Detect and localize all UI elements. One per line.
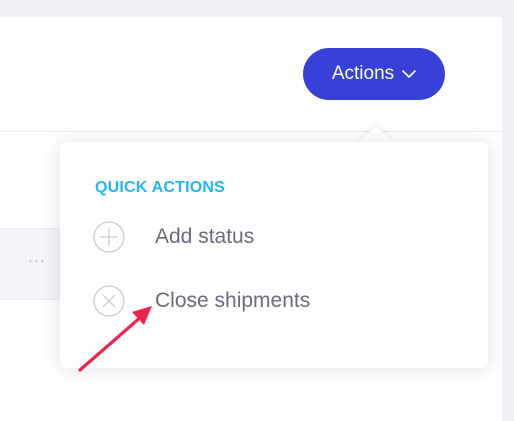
section-heading: QUICK ACTIONS [95,179,226,196]
chevron-down-icon [402,69,416,78]
actions-button[interactable]: Actions [303,48,445,100]
row-menu-dots[interactable]: ··· [28,252,46,269]
arrow-pointer-icon [78,306,152,372]
menu-item-label: Add status [155,225,255,248]
header-divider [0,131,502,132]
menu-item-label: Close shipments [155,289,311,312]
actions-button-label: Actions [331,63,395,84]
menu-item-add-status[interactable]: Add status [93,219,254,255]
plus-circle-icon [93,221,125,253]
dropdown-caret [358,126,394,142]
